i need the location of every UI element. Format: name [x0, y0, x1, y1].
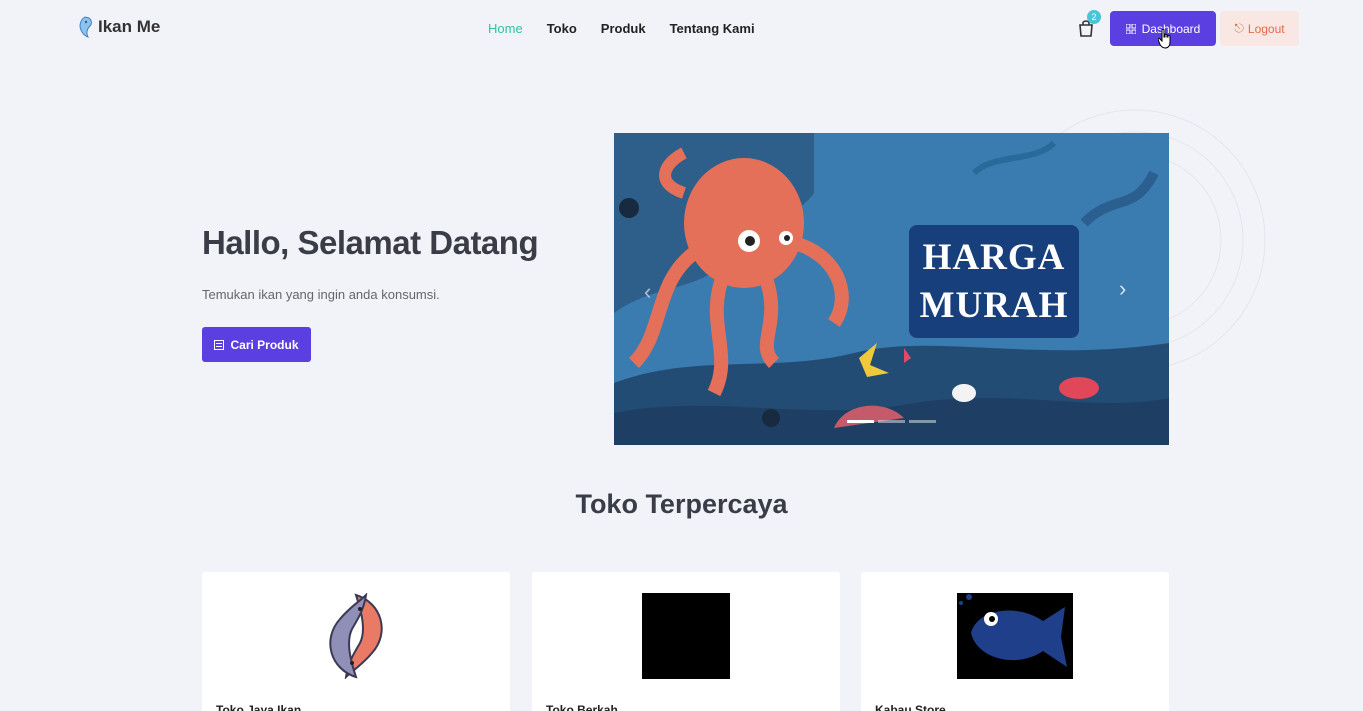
store-name: Toko Jaya Ikan [216, 703, 302, 711]
ocean-illustration [614, 133, 1169, 445]
carousel-next-icon[interactable]: › [1119, 276, 1126, 302]
banner-line-2: MURAH [919, 284, 1069, 326]
store-card[interactable]: Toko Berkah [532, 572, 840, 711]
store-name: Toko Berkah [546, 703, 618, 711]
store-card[interactable]: Kabau Store [861, 572, 1169, 711]
brand-logo[interactable]: Ikan Me [76, 16, 160, 38]
store-card[interactable]: Toko Jaya Ikan [202, 572, 510, 711]
main-nav: Home Toko Produk Tentang Kami [488, 21, 755, 36]
cari-produk-label: Cari Produk [230, 337, 299, 352]
cari-produk-button[interactable]: Cari Produk [202, 327, 311, 362]
hero-carousel[interactable]: HARGA MURAH ‹ › [614, 133, 1169, 445]
black-square-image [642, 593, 730, 679]
promo-banner: HARGA MURAH [909, 225, 1079, 338]
brand-name: Ikan Me [98, 17, 161, 36]
store-name: Kabau Store [875, 703, 946, 711]
blue-fish-logo [957, 593, 1073, 679]
hero-subtitle: Temukan ikan yang ingin anda konsumsi. [202, 287, 440, 302]
list-icon [214, 339, 225, 350]
carousel-prev-icon[interactable]: ‹ [644, 279, 651, 305]
nav-tentang-kami[interactable]: Tentang Kami [670, 21, 755, 36]
carousel-indicator-1[interactable] [847, 420, 874, 423]
fish-yin-yang-logo [329, 593, 383, 679]
section-title: Toko Terpercaya [575, 489, 788, 519]
carousel-indicator-3[interactable] [909, 420, 936, 423]
hand-cursor-icon [1158, 29, 1171, 49]
carousel-indicator-2[interactable] [878, 420, 905, 423]
logout-button[interactable]: ⎋ Logout [1220, 11, 1299, 46]
banner-line-1: HARGA [922, 236, 1066, 278]
fish-logo-icon [79, 16, 92, 38]
hero-title: Hallo, Selamat Datang [202, 224, 539, 261]
cart-count-badge: 2 [1087, 10, 1101, 24]
nav-toko[interactable]: Toko [547, 21, 577, 36]
grid-icon [1125, 23, 1136, 34]
carousel-indicators [847, 420, 936, 423]
nav-produk[interactable]: Produk [601, 21, 646, 36]
logout-label: Logout [1247, 21, 1285, 36]
nav-home[interactable]: Home [488, 21, 523, 36]
logout-icon: ⎋ [1234, 21, 1244, 35]
top-navbar: Ikan Me Home Toko Produk Tentang Kami 2 … [0, 0, 1363, 58]
